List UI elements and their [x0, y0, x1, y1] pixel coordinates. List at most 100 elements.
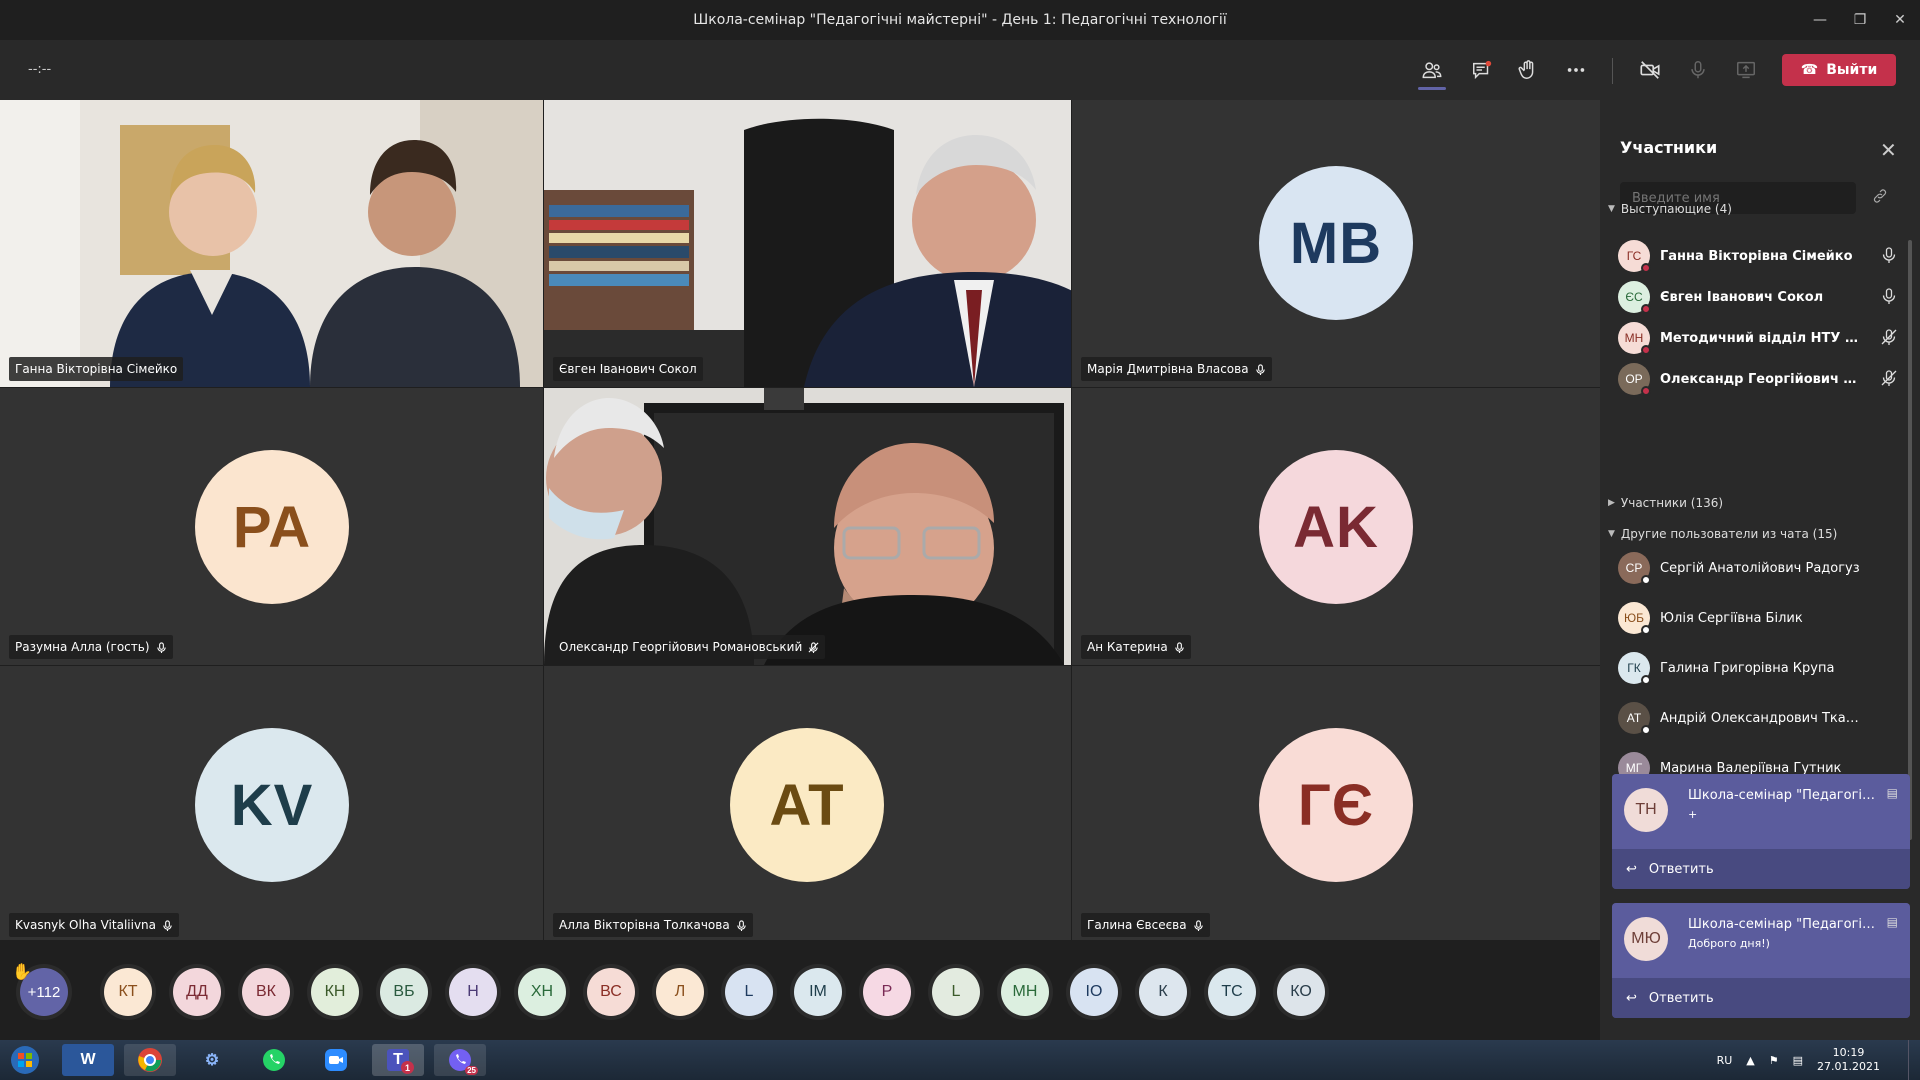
avatar-tile[interactable]: KV Kvasnyk Olha Vitaliivna [0, 666, 543, 943]
os-taskbar: W ⚙ T 1 25 RU ▲ ⚑ ▤ 10:19 27.01.2021 [0, 1040, 1920, 1080]
presenters-section-header[interactable]: ▼ Выступающие (4) [1608, 202, 1732, 216]
participants-icon[interactable] [1414, 52, 1450, 90]
viber-app-icon[interactable]: 25 [434, 1044, 486, 1076]
tray-participant-avatar[interactable]: L [932, 968, 980, 1016]
tray-participant-avatar[interactable]: ІО [1070, 968, 1118, 1016]
whatsapp-app-icon[interactable] [248, 1044, 300, 1076]
avatar-tile[interactable]: PA Разумна Алла (гость) [0, 388, 543, 665]
avatar-initials: СР [1625, 561, 1643, 575]
mic-on-icon [736, 919, 746, 931]
tray-participant-avatar[interactable]: ІМ [794, 968, 842, 1016]
mic-on-icon [156, 641, 166, 653]
window-title: Школа-семінар "Педагогічні майстерні" - … [693, 12, 1227, 28]
tray-participant-avatar[interactable]: КТ [104, 968, 152, 1016]
notification-title: Школа-семінар "Педагогічн... [1688, 788, 1878, 803]
mic-muted-icon [1880, 369, 1898, 387]
start-button[interactable] [2, 1044, 48, 1076]
tray-participant-avatar[interactable]: ВС [587, 968, 635, 1016]
others-section-header[interactable]: ▼ Другие пользователи из чата (15) [1608, 527, 1837, 541]
chat-bubble-icon: ▤ [1886, 786, 1898, 800]
chat-user-row[interactable]: ГК Галина Григорівна Крупа [1618, 648, 1898, 688]
presenter-row[interactable]: ОР Олександр Георгійович Ром... [1618, 359, 1898, 399]
avatar-initials: МН [1624, 331, 1644, 345]
tray-expand-icon[interactable]: ▲ [1746, 1054, 1754, 1067]
restore-icon[interactable]: ❐ [1840, 0, 1880, 40]
presenter-row[interactable]: ГС Ганна Вікторівна Сімейко [1618, 236, 1898, 276]
word-app-icon[interactable]: W [62, 1044, 114, 1076]
tray-participant-avatar[interactable]: КН [311, 968, 359, 1016]
chat-icon[interactable] [1464, 52, 1500, 88]
teams-app-icon[interactable]: T 1 [372, 1044, 424, 1076]
avatar-tile[interactable]: MB Марія Дмитрівна Власова [1072, 100, 1600, 387]
video-tile[interactable]: Ганна Вікторівна Сімейко [0, 100, 543, 387]
mic-on-icon [1255, 363, 1265, 375]
mic-on-icon [1175, 641, 1184, 653]
participant-name-tag: Ганна Вікторівна Сімейко [9, 357, 184, 381]
clock-time: 10:19 [1832, 1046, 1865, 1059]
participant-name: Галина Григорівна Крупа [1660, 660, 1835, 676]
show-desktop-button[interactable] [1908, 1040, 1920, 1080]
reply-button[interactable]: ↩ Ответить [1612, 978, 1910, 1018]
reply-arrow-icon: ↩ [1626, 861, 1637, 877]
presenter-row[interactable]: МН Методичний відділ НТУ "ХПІ" [1618, 318, 1898, 358]
reply-button[interactable]: ↩ Ответить [1612, 849, 1910, 889]
status-dot [1641, 304, 1651, 314]
raise-hand-icon[interactable] [1510, 52, 1546, 88]
participant-name-tag: Марія Дмитрівна Власова [1081, 357, 1272, 381]
share-screen-icon[interactable] [1728, 52, 1764, 88]
avatar-tile[interactable]: AK Ан Катерина [1072, 388, 1600, 665]
tray-participant-avatar[interactable]: ДД [173, 968, 221, 1016]
participant-avatar: MB [1259, 166, 1413, 320]
tray-participant-avatar[interactable]: Р [863, 968, 911, 1016]
close-window-icon[interactable]: ✕ [1880, 0, 1920, 40]
tray-participant-avatar[interactable]: ХН [518, 968, 566, 1016]
clock[interactable]: 10:19 27.01.2021 [1817, 1046, 1880, 1074]
tray-participant-avatar[interactable]: МН [1001, 968, 1049, 1016]
language-indicator[interactable]: RU [1717, 1054, 1733, 1067]
tray-participant-avatar[interactable]: ВК [242, 968, 290, 1016]
teams-badge: 1 [401, 1061, 414, 1074]
chrome-app-icon[interactable] [124, 1044, 176, 1076]
leave-button[interactable]: ☎ Выйти [1782, 54, 1896, 86]
chat-notification[interactable]: МЮ Школа-семінар "Педагогічн... Доброго … [1612, 903, 1910, 1018]
meeting-toolbar: --:-- ☎ Выйти [0, 40, 1920, 100]
microphone-icon[interactable] [1680, 52, 1716, 88]
more-options-icon[interactable] [1558, 52, 1594, 88]
chat-user-row[interactable]: ЮБ Юлія Сергіївна Білик [1618, 598, 1898, 638]
tray-participant-avatar[interactable]: КО [1277, 968, 1325, 1016]
tray-participant-avatar[interactable]: ТС [1208, 968, 1256, 1016]
share-invite-icon[interactable] [1872, 188, 1888, 208]
mic-muted-icon [808, 641, 819, 653]
network-app-icon[interactable]: ⚙ [186, 1044, 238, 1076]
sender-avatar: ТН [1624, 788, 1668, 832]
video-tile[interactable]: Олександр Георгійович Романовський [544, 388, 1071, 665]
chat-user-row[interactable]: АТ Андрій Олександрович Ткаченко [1618, 698, 1898, 738]
avatar-initials: ЄС [1625, 290, 1643, 304]
panel-scrollbar[interactable] [1908, 240, 1912, 840]
camera-off-icon[interactable] [1632, 52, 1668, 88]
system-tray: RU ▲ ⚑ ▤ 10:19 27.01.2021 [1717, 1040, 1880, 1080]
tray-participant-avatar[interactable]: Н [449, 968, 497, 1016]
network-icon[interactable]: ▤ [1793, 1054, 1803, 1067]
participant-name-tag: Kvasnyk Olha Vitaliivna [9, 913, 179, 937]
tray-participant-avatar[interactable]: L [725, 968, 773, 1016]
chat-user-row[interactable]: СР Сергій Анатолійович Радогуз [1618, 548, 1898, 588]
attendees-section-header[interactable]: ▶ Участники (136) [1608, 496, 1723, 510]
section-label: Другие пользователи из чата (15) [1620, 527, 1838, 541]
avatar-tile[interactable]: AT Алла Вікторівна Толкачова [544, 666, 1071, 943]
tray-participant-avatar[interactable]: ВБ [380, 968, 428, 1016]
tray-participant-avatar[interactable]: Л [656, 968, 704, 1016]
status-dot [1641, 725, 1651, 735]
video-tile[interactable]: Євген Іванович Сокол [544, 100, 1071, 387]
participant-avatar: KV [195, 728, 349, 882]
flag-icon[interactable]: ⚑ [1769, 1054, 1779, 1067]
close-panel-icon[interactable]: ✕ [1880, 138, 1897, 162]
zoom-app-icon[interactable] [310, 1044, 362, 1076]
notification-message: Доброго дня!) [1688, 937, 1770, 950]
section-label: Выступающие (4) [1620, 202, 1732, 216]
chat-notification[interactable]: ТН Школа-семінар "Педагогічн... + ▤ ↩ Отв… [1612, 774, 1910, 889]
minimize-icon[interactable]: — [1800, 0, 1840, 40]
tray-participant-avatar[interactable]: К [1139, 968, 1187, 1016]
presenter-row[interactable]: ЄС Євген Іванович Сокол [1618, 277, 1898, 317]
avatar-tile[interactable]: ГЄ Галина Євсеєва [1072, 666, 1600, 943]
